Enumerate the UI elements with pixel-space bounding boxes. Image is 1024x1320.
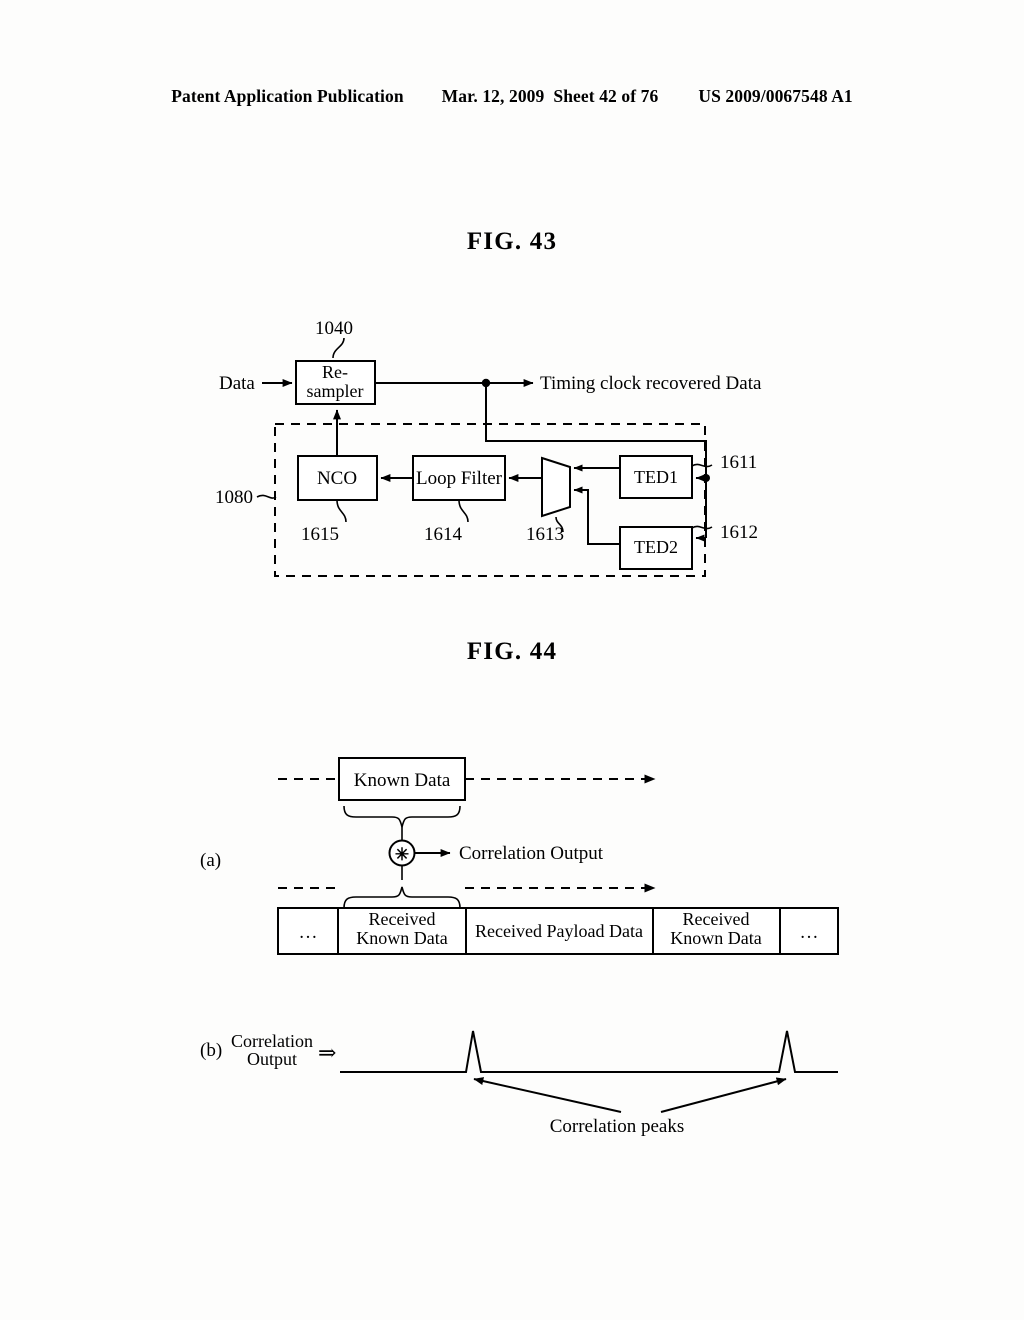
fig43-resampler-label-line1: Re-	[322, 362, 348, 382]
fig43-block-nco	[297, 455, 378, 501]
fig44-block-known-data	[338, 757, 466, 801]
fig43-ted1-label: TED1	[634, 467, 678, 487]
fig43-feedback-junction	[702, 474, 710, 482]
fig44-part-b-title-line1: Correlation	[231, 1031, 313, 1051]
fig44-correlation-waveform	[340, 1030, 838, 1073]
fig44-part-b-label: (b)	[200, 1040, 222, 1061]
fig43-ted2-to-mux-path	[573, 486, 620, 545]
fig43-output-label: Timing clock recovered Data	[540, 373, 762, 394]
fig43-leader-1613	[555, 516, 564, 533]
fig43-block-loop-filter	[412, 455, 506, 501]
fig43-ted2-label: TED2	[634, 537, 678, 557]
fig43-tap-junction	[481, 378, 491, 388]
fig43-ref-1611: 1611	[720, 452, 757, 473]
fig44-peak-arrow-left	[473, 1077, 622, 1113]
patent-page: Patent Application Publication Mar. 12, …	[0, 0, 1024, 1320]
fig44-stream-cell-2: Received Payload Data	[475, 921, 643, 941]
fig43-ref-1613: 1613	[526, 524, 564, 545]
fig44-stream-cell-1-line2: Known Data	[356, 928, 447, 948]
fig43-leader-1615	[336, 499, 347, 523]
fig43-resampler-label-line2: sampler	[307, 381, 364, 401]
fig43-block-resampler	[295, 360, 376, 405]
fig43-leader-1040	[332, 337, 345, 359]
fig43-leader-1080	[256, 494, 277, 499]
fig44-stream-cell-4: …	[800, 922, 819, 943]
fig43-ref-1614: 1614	[424, 524, 463, 545]
header-publication: Patent Application Publication	[171, 86, 404, 106]
header-date: Mar. 12, 2009	[441, 86, 545, 106]
fig44-correlator-symbol: ✳	[395, 845, 409, 864]
fig43-block-ted2	[619, 526, 693, 570]
fig44-correlation-output-label: Correlation Output	[459, 843, 604, 864]
fig43-ref-1612: 1612	[720, 522, 758, 543]
page-header: Patent Application Publication Mar. 12, …	[0, 86, 1024, 107]
fig44-stream-cell-3-line1: Received	[683, 909, 750, 929]
header-sheet: Sheet 42 of 76	[553, 86, 659, 106]
fig43-leader-1611	[691, 463, 713, 468]
fig44-known-data-label: Known Data	[354, 770, 451, 791]
figure-43-title: FIG. 43	[466, 228, 558, 255]
fig44-brace-top	[343, 805, 461, 828]
fig43-input-label: Data	[219, 373, 255, 394]
fig43-leader-1614	[458, 499, 469, 523]
header-patent-number: US 2009/0067548 A1	[698, 86, 853, 106]
fig43-dashed-group-1080	[274, 423, 706, 577]
fig43-ref-1615: 1615	[301, 524, 339, 545]
fig43-block-ted1	[619, 455, 693, 499]
fig44-part-b-arrow: ⇒	[318, 1040, 336, 1065]
fig43-nco-label: NCO	[317, 468, 357, 489]
fig44-stream-cell-3-line2: Known Data	[670, 928, 761, 948]
fig44-part-b-title-line2: Output	[247, 1049, 297, 1069]
fig43-ref-1040: 1040	[315, 318, 353, 339]
fig44-brace-bottom	[343, 886, 461, 909]
fig43-loop-filter-label: Loop Filter	[416, 468, 503, 489]
fig44-stream-cell-0: …	[299, 922, 318, 943]
fig43-block-mux	[541, 456, 571, 518]
fig44-part-a-label: (a)	[200, 850, 221, 871]
fig44-peaks-annotation: Correlation peaks	[550, 1116, 685, 1137]
fig44-correlator-circle	[388, 839, 416, 867]
fig43-ref-1080: 1080	[215, 487, 253, 508]
fig43-leader-1612	[691, 525, 713, 530]
figure-44-title: FIG. 44	[466, 638, 558, 665]
fig44-peak-arrow-right	[660, 1077, 787, 1113]
fig44-stream-cell-1-line1: Received	[369, 909, 436, 929]
fig43-feedback-path	[485, 383, 707, 478]
fig44-stream-row	[277, 907, 839, 955]
